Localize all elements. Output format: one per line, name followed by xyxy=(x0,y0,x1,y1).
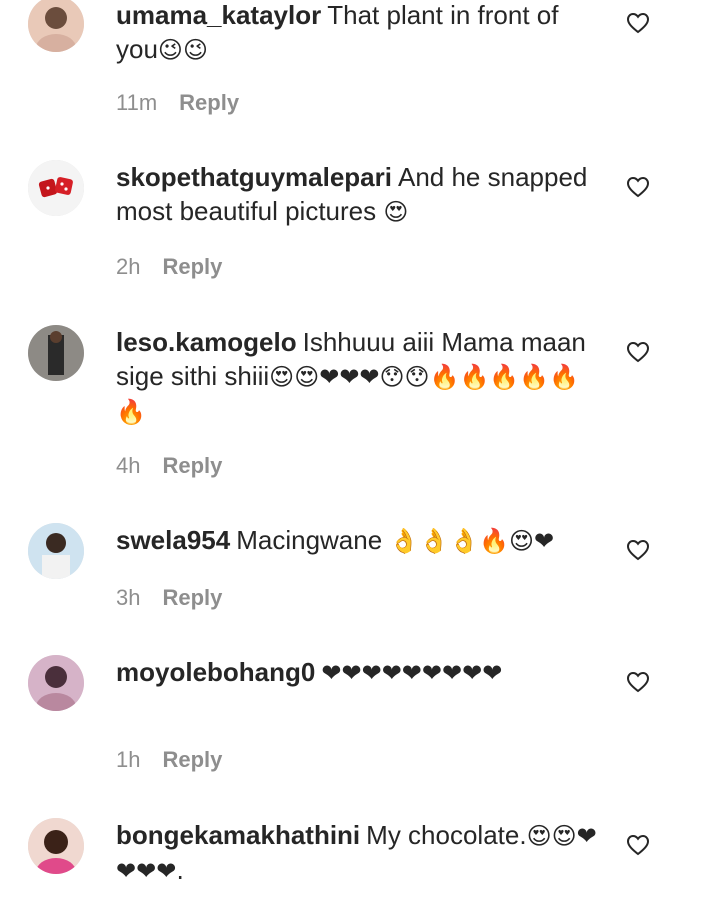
reply-button[interactable]: Reply xyxy=(162,585,222,611)
comment-time: 3h xyxy=(116,585,141,610)
avatar[interactable] xyxy=(28,655,84,711)
reply-button[interactable]: Reply xyxy=(162,254,222,280)
comment-text: leso.kamogelo Ishhuuu aiii Mama maan sige… xyxy=(116,327,586,426)
reply-button[interactable]: Reply xyxy=(162,747,222,773)
avatar[interactable] xyxy=(28,523,84,579)
heart-outline-icon[interactable] xyxy=(626,12,650,34)
comment-username[interactable]: swela954 xyxy=(116,525,230,555)
comment-text: moyolebohang0 ❤❤❤❤❤❤❤❤❤ xyxy=(116,657,503,687)
avatar[interactable] xyxy=(28,325,84,381)
heart-outline-icon[interactable] xyxy=(626,341,650,363)
comment-text: umama_kataylor That plant in front of you… xyxy=(116,0,559,64)
reply-button[interactable]: Reply xyxy=(179,90,239,116)
comment-meta: 1h Reply xyxy=(116,747,222,773)
comment-time: 2h xyxy=(116,254,141,279)
comment-time: 11m xyxy=(116,90,158,115)
comment-time: 1h xyxy=(116,747,141,772)
comment-meta: 11m Reply xyxy=(116,90,239,116)
reply-button[interactable]: Reply xyxy=(162,453,222,479)
comment-username[interactable]: leso.kamogelo xyxy=(116,327,297,357)
avatar[interactable] xyxy=(28,0,84,52)
comment-username[interactable]: umama_kataylor xyxy=(116,0,321,30)
heart-outline-icon[interactable] xyxy=(626,671,650,693)
comment-username[interactable]: bongekamakhathini xyxy=(116,820,360,850)
avatar[interactable] xyxy=(28,818,84,874)
heart-outline-icon[interactable] xyxy=(626,834,650,856)
comment-meta: 4h Reply xyxy=(116,453,222,479)
heart-outline-icon[interactable] xyxy=(626,539,650,561)
comment-username[interactable]: skopethatguymalepari xyxy=(116,162,392,192)
comment-username[interactable]: moyolebohang0 xyxy=(116,657,315,687)
avatar[interactable] xyxy=(28,160,84,216)
comment-meta: 3h Reply xyxy=(116,585,222,611)
comment-time: 4h xyxy=(116,453,141,478)
comment-text: swela954 Macingwane 👌👌👌🔥😍❤ xyxy=(116,525,555,555)
comment-text: skopethatguymalepari And he snapped most … xyxy=(116,162,588,226)
comment-meta: 2h Reply xyxy=(116,254,222,280)
heart-outline-icon[interactable] xyxy=(626,176,650,198)
comment-text: bongekamakhathini My chocolate.😍😍❤❤❤❤. xyxy=(116,820,597,885)
